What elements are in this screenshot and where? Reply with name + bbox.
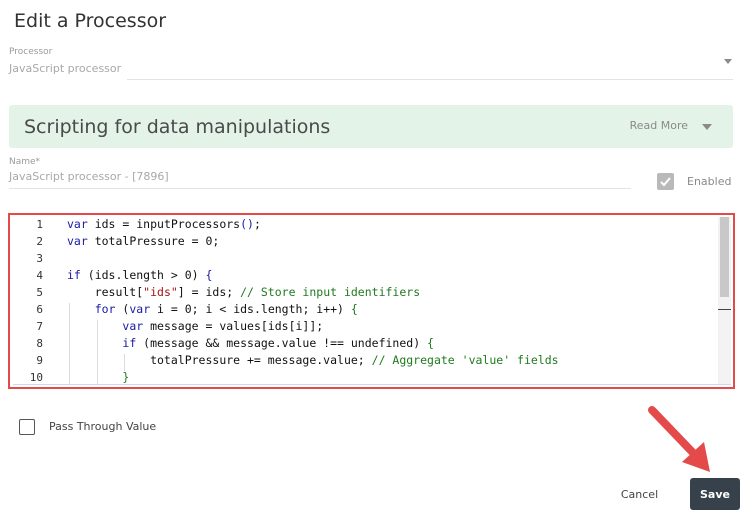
code-editor[interactable]: 1 2 3 4 5 6 7 8 9 10 var ids = inputProc… — [13, 217, 731, 385]
code-line: if (ids.length > 0) { — [67, 268, 213, 282]
scrollbar-position-marker — [718, 309, 731, 310]
line-number: 10 — [29, 371, 43, 384]
line-number: 5 — [36, 286, 43, 299]
editor-scrollbar[interactable] — [718, 217, 731, 384]
chevron-down-icon[interactable] — [724, 59, 732, 64]
check-icon — [660, 177, 671, 187]
chevron-down-icon[interactable] — [702, 124, 712, 130]
name-field-label: Name* — [9, 157, 41, 167]
line-number: 6 — [36, 303, 43, 316]
code-line: var message = values[ids[i]]; — [122, 319, 324, 333]
code-line: } — [122, 370, 130, 384]
processor-select-underline — [127, 79, 733, 80]
code-line: for (var i = 0; i < ids.length; i++) { — [94, 302, 358, 316]
code-line: var ids = inputProcessors(); — [67, 217, 261, 231]
scripting-banner: Scripting for data manipulations Read Mo… — [9, 105, 733, 148]
name-input[interactable]: JavaScript processor - [7896] — [9, 170, 629, 188]
enabled-label: Enabled — [687, 175, 732, 188]
dialog-title: Edit a Processor — [14, 10, 167, 32]
code-line: result["ids"] = ids; // Store input iden… — [67, 285, 421, 299]
name-input-underline — [9, 188, 631, 189]
line-number: 9 — [36, 354, 43, 367]
pass-through-checkbox[interactable] — [19, 419, 35, 435]
processor-select[interactable]: JavaScript processor — [9, 62, 736, 80]
line-number: 4 — [36, 269, 43, 282]
code-line: if (message && message.value !== undefin… — [122, 336, 434, 350]
line-number: 8 — [36, 337, 43, 350]
line-number-gutter: 1 2 3 4 5 6 7 8 9 10 — [13, 217, 53, 384]
read-more-link[interactable]: Read More — [630, 119, 688, 132]
line-number: 1 — [36, 218, 43, 231]
line-number: 3 — [36, 252, 43, 265]
enabled-checkbox[interactable] — [657, 173, 674, 190]
cancel-button[interactable]: Cancel — [612, 481, 667, 507]
processor-field-label: Processor — [9, 47, 53, 57]
pass-through-label: Pass Through Value — [49, 420, 157, 433]
code-line: var totalPressure = 0; — [67, 234, 220, 248]
scrollbar-thumb[interactable] — [720, 217, 729, 297]
banner-title: Scripting for data manipulations — [24, 116, 331, 138]
line-number: 7 — [36, 320, 43, 333]
annotation-arrow-icon — [648, 406, 710, 472]
save-button[interactable]: Save — [690, 478, 740, 510]
code-line: totalPressure += message.value; // Aggre… — [67, 353, 559, 367]
line-number: 2 — [36, 235, 43, 248]
